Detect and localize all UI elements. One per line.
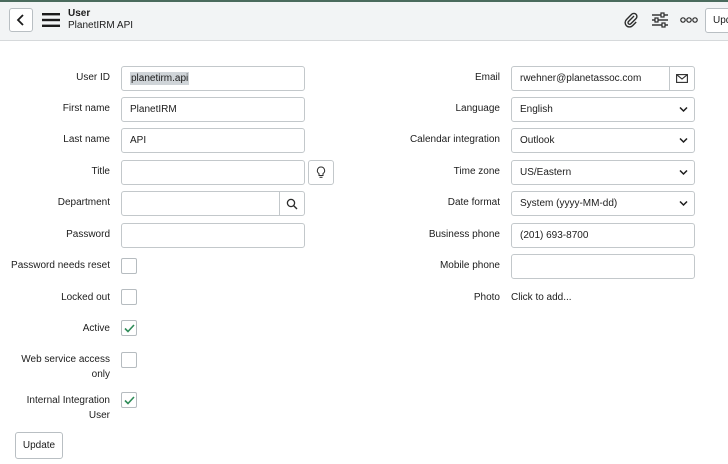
update-button[interactable]: Update [15,432,63,459]
title-suggestion-button[interactable] [308,160,334,185]
form-title: User [68,8,91,19]
email-field[interactable]: rwehner@planetassoc.com [511,66,670,91]
chevron-down-icon [679,137,688,144]
chevron-down-icon [679,106,688,113]
password-needs-reset-checkbox[interactable] [121,258,137,274]
last-name-field[interactable]: API [121,128,305,153]
business-phone-label: Business phone [428,229,500,240]
locked-out-label: Locked out [61,292,110,303]
department-label: Department [57,197,110,208]
language-select[interactable]: English [511,97,695,122]
internal-integration-user-label-line1: Internal Integration [26,395,110,406]
hamburger-menu-icon[interactable] [42,12,60,28]
more-options-icon[interactable] [680,11,698,29]
search-icon [286,198,298,209]
calendar-integration-value: Outlook [520,135,555,146]
header-accent-strip [0,0,728,2]
date-format-label: Date format [447,197,500,208]
envelope-icon [676,74,688,83]
personalize-form-icon[interactable] [651,11,669,29]
user-id-label: User ID [76,72,110,83]
user-id-field[interactable]: planetirm.api [121,66,305,91]
mobile-phone-field[interactable] [511,254,695,279]
calendar-integration-select[interactable]: Outlook [511,128,695,153]
email-label: Email [474,72,500,83]
attachment-icon[interactable] [622,11,640,29]
form-header: User PlanetIRM API Update [0,0,728,41]
first-name-label: First name [62,103,110,114]
mobile-phone-label: Mobile phone [439,260,500,271]
language-value: English [520,104,553,115]
photo-add-link[interactable]: Click to add... [511,291,572,305]
department-field[interactable] [121,191,280,216]
first-name-field[interactable]: PlanetIRM [121,97,305,122]
calendar-integration-label: Calendar integration [409,134,500,145]
internal-integration-user-checkbox[interactable] [121,392,137,408]
user-id-value: planetirm.api [130,72,190,85]
web-service-access-label-line2: only [91,369,110,380]
internal-integration-user-label-line2: User [88,410,110,421]
chevron-down-icon [679,169,688,176]
time-zone-select[interactable]: US/Eastern [511,160,695,185]
web-service-access-label-line1: Web service access [21,354,110,365]
checkmark-icon [123,395,135,405]
time-zone-label: Time zone [453,166,500,177]
title-field[interactable] [121,160,305,185]
update-button-header[interactable]: Update [705,8,728,33]
photo-label: Photo [473,292,500,303]
lightbulb-icon [316,166,326,178]
department-lookup-button[interactable] [279,191,305,216]
title-label: Title [91,166,110,177]
back-button[interactable] [9,8,33,32]
active-checkbox[interactable] [121,320,137,336]
language-label: Language [455,103,501,114]
date-format-value: System (yyyy-MM-dd) [520,198,618,209]
date-format-select[interactable]: System (yyyy-MM-dd) [511,191,695,216]
time-zone-value: US/Eastern [520,167,572,178]
chevron-left-icon [16,14,24,26]
web-service-access-only-checkbox[interactable] [121,352,137,368]
password-label: Password [66,229,110,240]
password-needs-reset-label: Password needs reset [11,260,110,271]
business-phone-field[interactable]: (201) 693-8700 [511,223,695,248]
last-name-label: Last name [63,134,110,145]
send-email-button[interactable] [669,66,695,91]
active-label: Active [82,323,110,334]
checkmark-icon [123,323,135,333]
password-field[interactable] [121,223,305,248]
form-subtitle: PlanetIRM API [68,20,134,31]
chevron-down-icon [679,200,688,207]
locked-out-checkbox[interactable] [121,289,137,305]
